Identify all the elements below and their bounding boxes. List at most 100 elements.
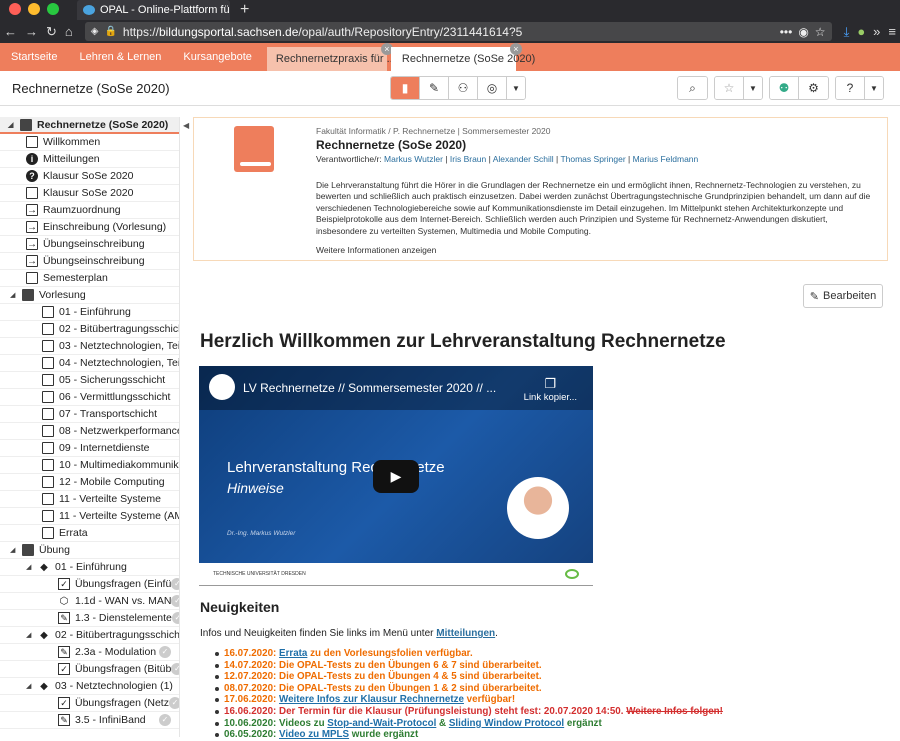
collapse-menu-icon[interactable]: ◀ <box>183 121 191 135</box>
klausur-info-link[interactable]: Weitere Infos zur Klausur Rechnernetze <box>279 694 464 705</box>
book-icon[interactable]: ▮ <box>391 77 420 99</box>
video-title[interactable]: LV Rechnernetze // Sommersemester 2020 /… <box>243 381 496 395</box>
browser-navbar: ← → ↻ ⌂ ◈ 🔒 https://bildungsportal.sachs… <box>0 20 900 43</box>
menu-item[interactable]: 10 - Multimediakommunikat <box>0 457 179 474</box>
menu-folder[interactable]: ◢ ◆ 01 - Einführung <box>0 559 179 576</box>
mitteilungen-link[interactable]: Mitteilungen <box>436 628 495 639</box>
sliding-window-link[interactable]: Sliding Window Protocol <box>449 718 564 729</box>
menu-item[interactable]: 09 - Internetdienste <box>0 440 179 457</box>
menu-item[interactable]: 12 - Mobile Computing <box>0 474 179 491</box>
home-icon[interactable]: ⌂ <box>65 24 73 39</box>
wrench-icon[interactable]: ⚙ <box>799 77 828 99</box>
more-info-link[interactable]: Weitere Informationen anzeigen <box>316 245 877 255</box>
menu-item[interactable]: Willkommen <box>0 134 179 151</box>
menu-item[interactable]: ✓ Übungsfragen (Netz ✓ <box>0 695 179 712</box>
overflow-icon[interactable]: » <box>873 24 880 39</box>
lock-icon[interactable]: 🔒 <box>104 26 116 37</box>
errata-link[interactable]: Errata <box>279 648 307 659</box>
menu-icon[interactable]: ≡ <box>888 24 896 39</box>
info-title: Rechnernetze (SoSe 2020) <box>316 138 467 152</box>
menu-item[interactable]: 03 - Netztechnologien, Teil <box>0 338 179 355</box>
menu-item[interactable]: 04 - Netztechnologien, Teil <box>0 355 179 372</box>
play-icon[interactable]: ▶ <box>373 460 419 493</box>
menu-item[interactable]: 11 - Verteilte Systeme <box>0 491 179 508</box>
page-icon <box>26 136 38 148</box>
mpls-video-link[interactable]: Video zu MPLS <box>279 729 349 740</box>
nav-active-course-tab[interactable]: Rechnernetze (SoSe 2020) × <box>390 43 535 71</box>
browser-tab[interactable]: OPAL - Online-Plattform für Ak <box>77 0 230 20</box>
menu-item[interactable]: Errata <box>0 525 179 542</box>
menu-item[interactable]: ✎ 3.5 - InfiniBand ✓ <box>0 712 179 729</box>
extensions-icon[interactable]: ● <box>857 24 865 39</box>
check-icon: ✓ <box>168 697 179 709</box>
star-icon[interactable]: ☆ <box>715 77 744 99</box>
speaker-photo <box>507 477 569 539</box>
address-bar[interactable]: ◈ 🔒 https://bildungsportal.sachsen.de/op… <box>84 22 832 41</box>
stop-and-wait-link[interactable]: Stop-and-Wait-Protocol <box>327 718 436 729</box>
person-link[interactable]: Alexander Schill <box>493 154 554 164</box>
menu-item[interactable]: Klausur SoSe 2020 <box>0 185 179 202</box>
menu-item-root[interactable]: ◢ Rechnernetze (SoSe 2020) <box>0 117 179 134</box>
menu-folder[interactable]: ◢ ◆ 02 - Bitübertragungsschicht <box>0 627 179 644</box>
channel-logo[interactable] <box>209 374 235 400</box>
minimize-window-button[interactable] <box>28 3 40 15</box>
menu-item[interactable]: ✓Übungsfragen (Bitüb✓ <box>0 661 179 678</box>
person-add-icon[interactable]: ⚉ <box>770 77 799 99</box>
person-link[interactable]: Marius Feldmann <box>633 154 699 164</box>
chevron-down-icon[interactable]: ▼ <box>865 77 883 99</box>
person-link[interactable]: Markus Wutzler <box>384 154 443 164</box>
chevron-down-icon[interactable]: ▼ <box>507 77 525 99</box>
chevron-down-icon[interactable]: ▼ <box>744 77 762 99</box>
more-icon[interactable]: ••• <box>780 25 793 39</box>
menu-item[interactable]: → Raumzuordnung <box>0 202 179 219</box>
info-icon: i <box>26 153 38 165</box>
bookmark-star-icon[interactable]: ☆ <box>815 25 826 39</box>
person-link[interactable]: Thomas Springer <box>560 154 625 164</box>
target-icon[interactable]: ◎ <box>478 77 507 99</box>
zoom-window-button[interactable] <box>47 3 59 15</box>
menu-item[interactable]: Semesterplan <box>0 270 179 287</box>
forward-icon[interactable]: → <box>25 24 38 39</box>
menu-folder[interactable]: ◢ Vorlesung <box>0 287 179 304</box>
help-icon[interactable]: ? <box>836 77 865 99</box>
new-tab-icon[interactable]: + <box>230 1 249 20</box>
download-icon[interactable]: ⤓ <box>844 24 850 40</box>
nav-kursangebote[interactable]: Kursangebote <box>172 43 263 71</box>
menu-item[interactable]: ⬡1.1d - WAN vs. MAN✓ <box>0 593 179 610</box>
pocket-icon[interactable]: ◉ <box>798 25 808 39</box>
menu-item[interactable]: 08 - Netzwerkperformance <box>0 423 179 440</box>
menu-item[interactable]: → Übungseinschreibung <box>0 236 179 253</box>
close-tab-icon[interactable]: × <box>509 43 522 55</box>
menu-item[interactable]: → Einschreibung (Vorlesung) <box>0 219 179 236</box>
nav-lehren-lernen[interactable]: Lehren & Lernen <box>68 43 172 71</box>
menu-item[interactable]: 01 - Einführung <box>0 304 179 321</box>
menu-item[interactable]: i Mitteilungen <box>0 151 179 168</box>
nav-open-course-tab[interactable]: Rechnernetzpraxis für ... × <box>266 43 396 71</box>
menu-item[interactable]: ✓Übungsfragen (Einfü✓ <box>0 576 179 593</box>
people-icon[interactable]: ⚇ <box>449 77 478 99</box>
close-window-button[interactable] <box>9 3 21 15</box>
copy-link-button[interactable]: ❐ Link kopier... <box>524 376 577 403</box>
menu-item[interactable]: ? Klausur SoSe 2020 <box>0 168 179 185</box>
menu-item[interactable]: ✎ 2.3a - Modulation ✓ <box>0 644 179 661</box>
menu-item[interactable]: 11 - Verteilte Systeme (AMC <box>0 508 179 525</box>
video-player[interactable]: LV Rechnernetze // Sommersemester 2020 /… <box>199 366 593 563</box>
menu-folder[interactable]: ◢ Übung <box>0 542 179 559</box>
menu-item[interactable]: 02 - Bitübertragungsschicht <box>0 321 179 338</box>
back-icon[interactable]: ← <box>4 24 17 39</box>
reload-icon[interactable]: ↻ <box>46 24 57 40</box>
menu-item[interactable]: 06 - Vermittlungsschicht <box>0 389 179 406</box>
menu-folder[interactable]: ◢ ◆ 03 - Netztechnologien (1) <box>0 678 179 695</box>
search-icon[interactable]: ⌕ <box>678 77 707 99</box>
slide-author: Dr.-Ing. Markus Wutzler <box>227 530 296 537</box>
pencil-icon[interactable]: ✎ <box>420 77 449 99</box>
shield-icon[interactable]: ◈ <box>91 26 99 37</box>
nav-startseite[interactable]: Startseite <box>0 43 68 71</box>
menu-item[interactable]: → Übungseinschreibung <box>0 253 179 270</box>
partner-logo-icon <box>565 569 579 579</box>
menu-item[interactable]: 07 - Transportschicht <box>0 406 179 423</box>
person-link[interactable]: Iris Braun <box>450 154 486 164</box>
menu-item[interactable]: 05 - Sicherungsschicht <box>0 372 179 389</box>
edit-button[interactable]: ✎ Bearbeiten <box>803 284 883 308</box>
menu-item[interactable]: ✎1.3 - Dienstelemente✓ <box>0 610 179 627</box>
